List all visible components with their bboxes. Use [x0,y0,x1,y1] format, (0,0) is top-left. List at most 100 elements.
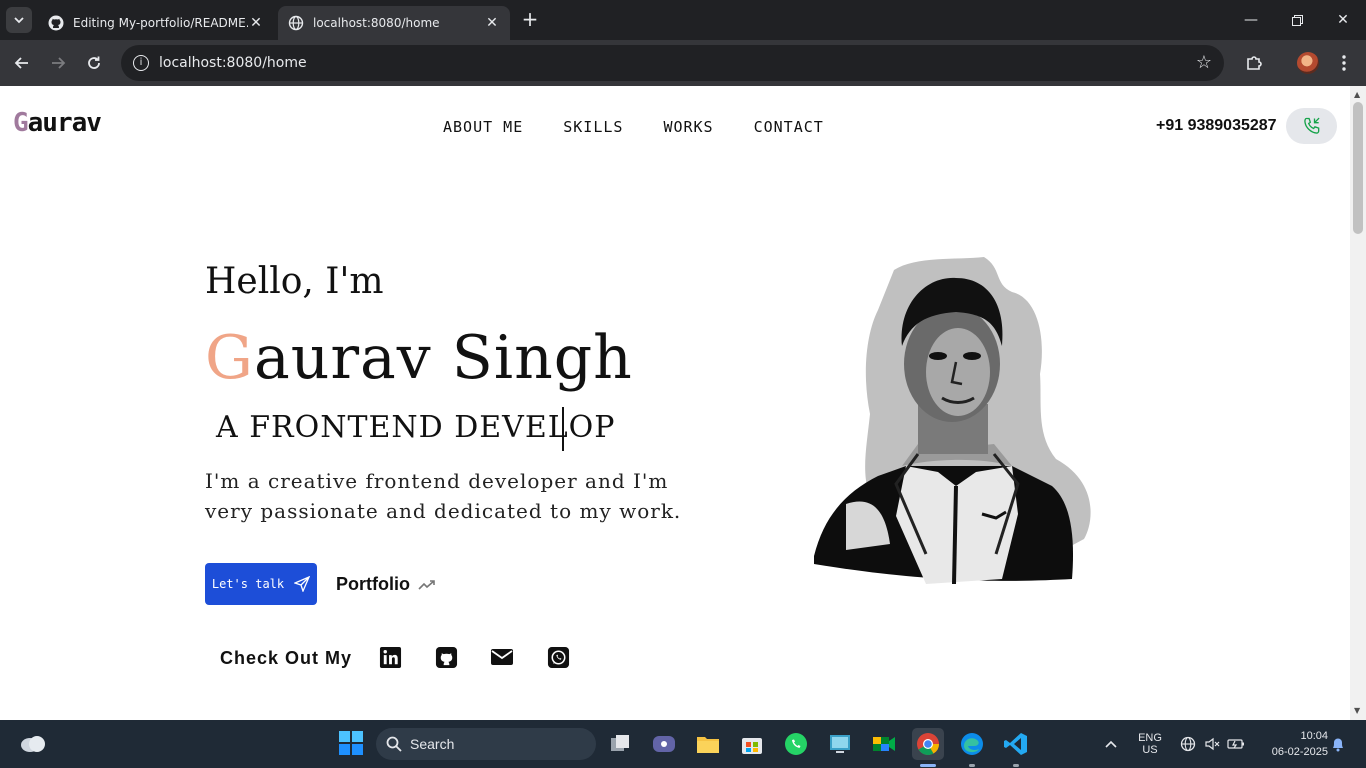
mail-icon[interactable] [490,645,514,669]
logo-initial: G [13,108,29,138]
restore-icon [1291,14,1303,26]
whatsapp-app-icon[interactable] [782,730,810,758]
name-initial: G [205,323,254,393]
minimize-button[interactable]: — [1228,0,1274,40]
puzzle-icon [1247,56,1262,70]
lets-talk-label: Let's talk [211,577,285,591]
tab-title: Editing My-portfolio/README.md [73,16,248,30]
scroll-down-icon[interactable]: ▼ [1354,706,1360,715]
google-meet-icon[interactable] [870,730,898,758]
search-placeholder: Search [410,736,455,752]
site-logo[interactable]: Gaurav [13,108,102,138]
close-window-button[interactable]: ✕ [1320,0,1366,40]
forward-button[interactable] [44,49,72,77]
browser-tab-bar: Editing My-portfolio/README.md ✕ localho… [0,0,1366,40]
tab-readme[interactable]: Editing My-portfolio/README.md ✕ [38,6,274,40]
taskbar-search-box[interactable]: Search [376,728,596,760]
edge-icon[interactable] [958,730,986,758]
edge-running-indicator [969,764,975,767]
close-tab-icon[interactable]: ✕ [248,15,264,31]
address-bar[interactable]: i localhost:8080/home ☆ [121,45,1224,81]
bell-icon [1333,738,1343,752]
remote-desktop-icon[interactable] [826,730,854,758]
clock-date: 06-02-2025 [1271,746,1328,758]
chevron-down-icon [14,17,24,24]
send-icon [294,576,311,592]
lets-talk-button[interactable]: Let's talk [205,563,317,605]
bookmark-star-icon[interactable]: ☆ [1196,52,1212,73]
windows-taskbar: Search ENG US 10:04 06-02-2025 [0,720,1366,768]
hero-role-typing: A FRONTEND DEVELOP [216,410,616,445]
portfolio-link[interactable]: Portfolio [336,574,436,595]
menu-button[interactable] [1330,49,1358,77]
show-hidden-icons-button[interactable] [1100,720,1122,768]
more-vert-icon [1342,55,1346,71]
globe-network-icon [1180,736,1196,752]
linkedin-icon[interactable] [378,645,402,669]
tab-search-button[interactable] [6,7,32,33]
new-tab-button[interactable]: + [518,8,542,32]
weather-icon[interactable] [20,732,46,754]
nav-about-me[interactable]: ABOUT ME [443,118,523,136]
chevron-up-icon [1105,740,1117,748]
arrow-left-icon [14,57,28,69]
page-scrollbar[interactable]: ▲ ▼ [1350,86,1366,720]
notifications-button[interactable] [1328,720,1348,768]
portfolio-label: Portfolio [336,574,410,594]
url-text: localhost:8080/home [159,55,307,71]
search-icon [386,736,402,752]
call-button[interactable] [1286,108,1337,144]
windows-start-icon[interactable] [338,730,364,756]
back-button[interactable] [8,49,36,77]
trending-up-icon [418,579,435,590]
system-clock[interactable]: 10:04 06-02-2025 [1256,728,1328,760]
teams-meet-icon[interactable] [650,730,678,758]
microsoft-store-icon[interactable] [738,730,766,758]
phone-call-icon [1303,117,1320,134]
typing-cursor [562,407,564,451]
reload-icon [88,56,100,69]
clock-time: 10:04 [1300,730,1328,742]
task-view-icon[interactable] [606,730,634,758]
extensions-button[interactable] [1240,49,1268,77]
close-tab-icon[interactable]: ✕ [484,15,500,31]
checkout-label: Check Out My [220,648,353,668]
globe-icon [288,15,304,31]
chrome-running-indicator [920,764,936,767]
site-info-icon[interactable]: i [133,55,149,71]
phone-number[interactable]: +91 9389035287 [1156,117,1277,135]
chrome-icon [917,733,939,755]
file-explorer-icon[interactable] [694,730,722,758]
volume-muted-icon [1205,737,1220,751]
language-indicator[interactable]: ENG US [1134,720,1166,768]
hero-name: Gaurav Singh [205,323,633,393]
nav-contact[interactable]: CONTACT [754,118,824,136]
avatar [1297,52,1319,74]
restore-button[interactable] [1274,0,1320,40]
profile-button[interactable] [1294,49,1322,77]
scroll-up-icon[interactable]: ▲ [1354,90,1360,99]
nav-works[interactable]: WORKS [663,118,713,136]
volume-status[interactable] [1202,720,1222,768]
web-page: Gaurav ABOUT ME SKILLS WORKS CONTACT +91… [0,86,1350,720]
vscode-running-indicator [1013,764,1019,767]
github-icon [48,15,64,31]
vscode-icon[interactable] [1002,730,1030,758]
nav-skills[interactable]: SKILLS [563,118,623,136]
network-status[interactable] [1178,720,1198,768]
reload-button[interactable] [80,49,108,77]
arrow-right-icon [52,57,66,69]
whatsapp-icon[interactable] [546,645,570,669]
tab-title: localhost:8080/home [313,16,440,30]
name-rest: aurav Singh [253,323,633,393]
browser-toolbar: i localhost:8080/home ☆ [0,40,1366,86]
region-text: US [1142,744,1158,756]
chrome-taskbar-button[interactable] [912,728,944,760]
github-icon[interactable] [434,645,458,669]
battery-charging-icon [1227,739,1244,749]
profile-portrait-image [814,257,1091,585]
tab-localhost[interactable]: localhost:8080/home ✕ [278,6,510,40]
main-nav: ABOUT ME SKILLS WORKS CONTACT [443,118,824,136]
battery-status[interactable] [1226,720,1246,768]
scrollbar-thumb[interactable] [1353,102,1363,234]
